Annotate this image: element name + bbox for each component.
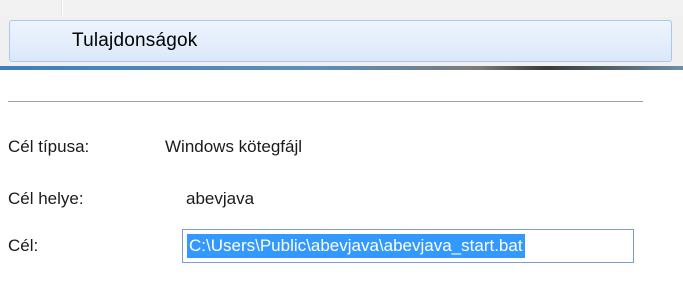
target-location-value: abevjava bbox=[186, 189, 255, 208]
shortcut-properties-screenshot: Tulajdonságok Cél típusa: Windows kötegf… bbox=[0, 0, 683, 283]
taskbar-edge bbox=[0, 66, 683, 70]
target-label: Cél: bbox=[8, 236, 39, 255]
menu-gutter-highlight bbox=[62, 0, 63, 17]
target-field-selected-text: C:\Users\Public\abevjava\abevjava_start.… bbox=[187, 234, 525, 258]
target-type-label: Cél típusa: bbox=[8, 137, 90, 156]
target-field[interactable]: C:\Users\Public\abevjava\abevjava_start.… bbox=[182, 229, 634, 263]
context-menu: Tulajdonságok bbox=[0, 0, 683, 70]
target-type-value: Windows kötegfájl bbox=[165, 137, 303, 156]
section-divider bbox=[8, 101, 643, 102]
target-location-label: Cél helye: bbox=[8, 189, 84, 208]
menu-item-properties-label: Tulajdonságok bbox=[72, 30, 198, 51]
context-menu-previous-item[interactable] bbox=[0, 0, 683, 17]
